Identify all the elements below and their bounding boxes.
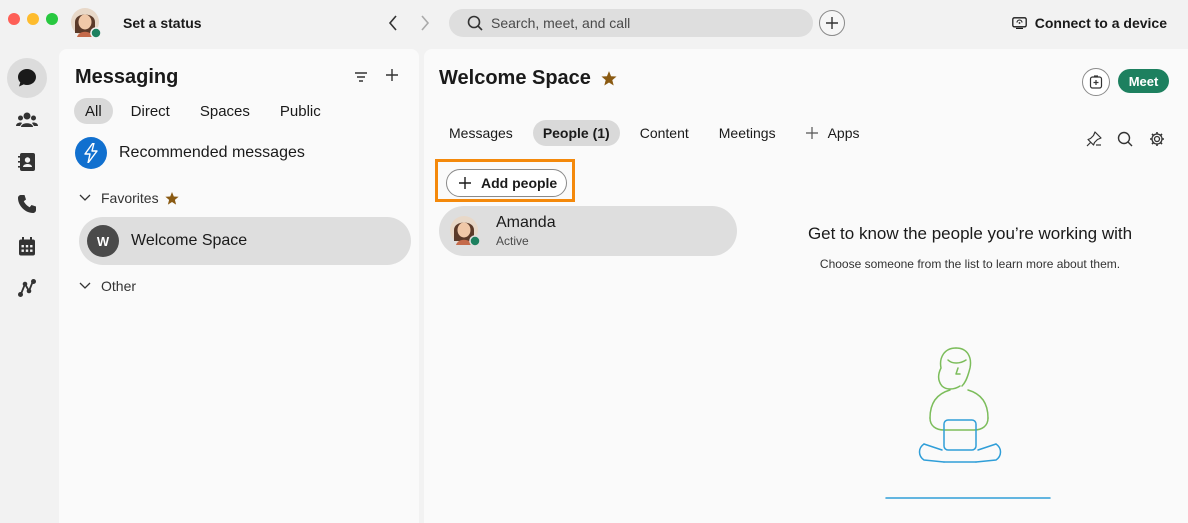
new-action-button[interactable] [819,10,845,36]
contacts-icon [18,153,35,171]
filter-icon [355,72,367,82]
filter-button[interactable] [353,69,369,85]
messaging-title: Messaging [75,66,179,88]
empty-state-subtitle: Choose someone from the list to learn mo… [819,257,1121,271]
chevron-left-icon [388,15,397,31]
rail-contacts[interactable] [7,142,47,182]
add-people-label: Add people [481,175,558,191]
other-section-header[interactable]: Other [79,278,136,294]
zoom-window-button[interactable] [46,13,58,25]
recommended-label: Recommended messages [119,144,305,161]
device-icon [1011,17,1027,29]
space-panel: Welcome Space Meet Messages People (1) C… [424,49,1188,523]
space-header: Welcome Space [439,67,617,90]
user-avatar[interactable] [70,7,102,39]
plus-icon [805,127,818,139]
search-icon [1117,131,1133,147]
rail-calling[interactable] [7,184,47,224]
workflows-icon [18,279,36,297]
search-icon [467,15,483,31]
search-space-button[interactable] [1116,130,1134,148]
connect-label: Connect to a device [1034,15,1167,31]
gear-icon [1150,132,1164,146]
minimize-window-button[interactable] [27,13,39,25]
recommended-messages[interactable]: Recommended messages [75,137,305,169]
favorites-label: Favorites [101,190,159,206]
tab-meetings[interactable]: Meetings [709,120,786,146]
navigation-rail [0,48,58,523]
teams-icon [16,112,38,127]
search-input[interactable]: Search, meet, and call [449,9,813,37]
new-whiteboard-button[interactable] [1082,68,1110,96]
tab-apps-label: Apps [827,125,860,141]
person-status: Active [496,234,529,248]
rail-workflows[interactable] [7,268,47,308]
phone-icon [18,195,36,213]
other-label: Other [101,278,137,294]
add-conversation-button[interactable] [385,68,401,84]
back-button[interactable] [384,13,402,33]
pin-icon [1086,131,1102,147]
empty-state-title: Get to know the people you’re working wi… [807,224,1133,243]
add-people-button[interactable]: Add people [446,169,567,197]
rail-messaging[interactable] [7,58,47,98]
filter-direct[interactable]: Direct [119,98,182,124]
pin-button[interactable] [1085,130,1103,148]
chevron-down-icon [79,194,91,201]
chevron-right-icon [421,15,430,31]
connect-device-button[interactable]: Connect to a device [1011,15,1167,31]
plus-icon [459,177,471,189]
messaging-filters: All Direct Spaces Public [74,98,333,124]
title-bar: Set a status Search, meet, and call Conn… [0,0,1188,48]
space-avatar: W [87,225,119,257]
tab-content[interactable]: Content [630,120,699,146]
favorites-section-header[interactable]: Favorites [79,190,179,206]
tab-messages[interactable]: Messages [439,120,523,146]
favorite-star-icon[interactable] [601,71,617,86]
meet-button[interactable]: Meet [1118,69,1169,93]
messaging-panel: Messaging All Direct Spaces Public Recom… [59,49,419,523]
plus-icon [386,69,398,81]
space-item-welcome[interactable]: W Welcome Space [79,217,411,265]
person-name: Amanda [496,214,556,231]
person-item-amanda[interactable]: Amanda Active [439,206,737,256]
calendar-icon [19,236,35,255]
filter-spaces[interactable]: Spaces [188,98,262,124]
close-window-button[interactable] [8,13,20,25]
person-with-laptop-illustration [884,344,1054,509]
plus-icon [826,17,838,29]
space-tabs: Messages People (1) Content Meetings App… [439,120,870,146]
search-placeholder: Search, meet, and call [491,15,631,31]
lightning-icon [75,137,107,169]
star-icon [164,191,179,205]
space-title: Welcome Space [439,67,591,89]
filter-public[interactable]: Public [268,98,333,124]
tab-apps[interactable]: Apps [796,120,870,146]
whiteboard-icon [1089,75,1103,89]
tab-people[interactable]: People (1) [532,120,620,146]
rail-teams[interactable] [7,100,47,140]
filter-all[interactable]: All [74,98,113,124]
space-name: Welcome Space [131,232,248,249]
messaging-icon [18,69,36,87]
set-status-button[interactable]: Set a status [123,15,202,31]
settings-button[interactable] [1148,130,1166,148]
rail-calendar[interactable] [7,226,47,266]
chevron-down-icon [79,282,91,289]
forward-button[interactable] [416,13,434,33]
avatar [449,215,481,247]
